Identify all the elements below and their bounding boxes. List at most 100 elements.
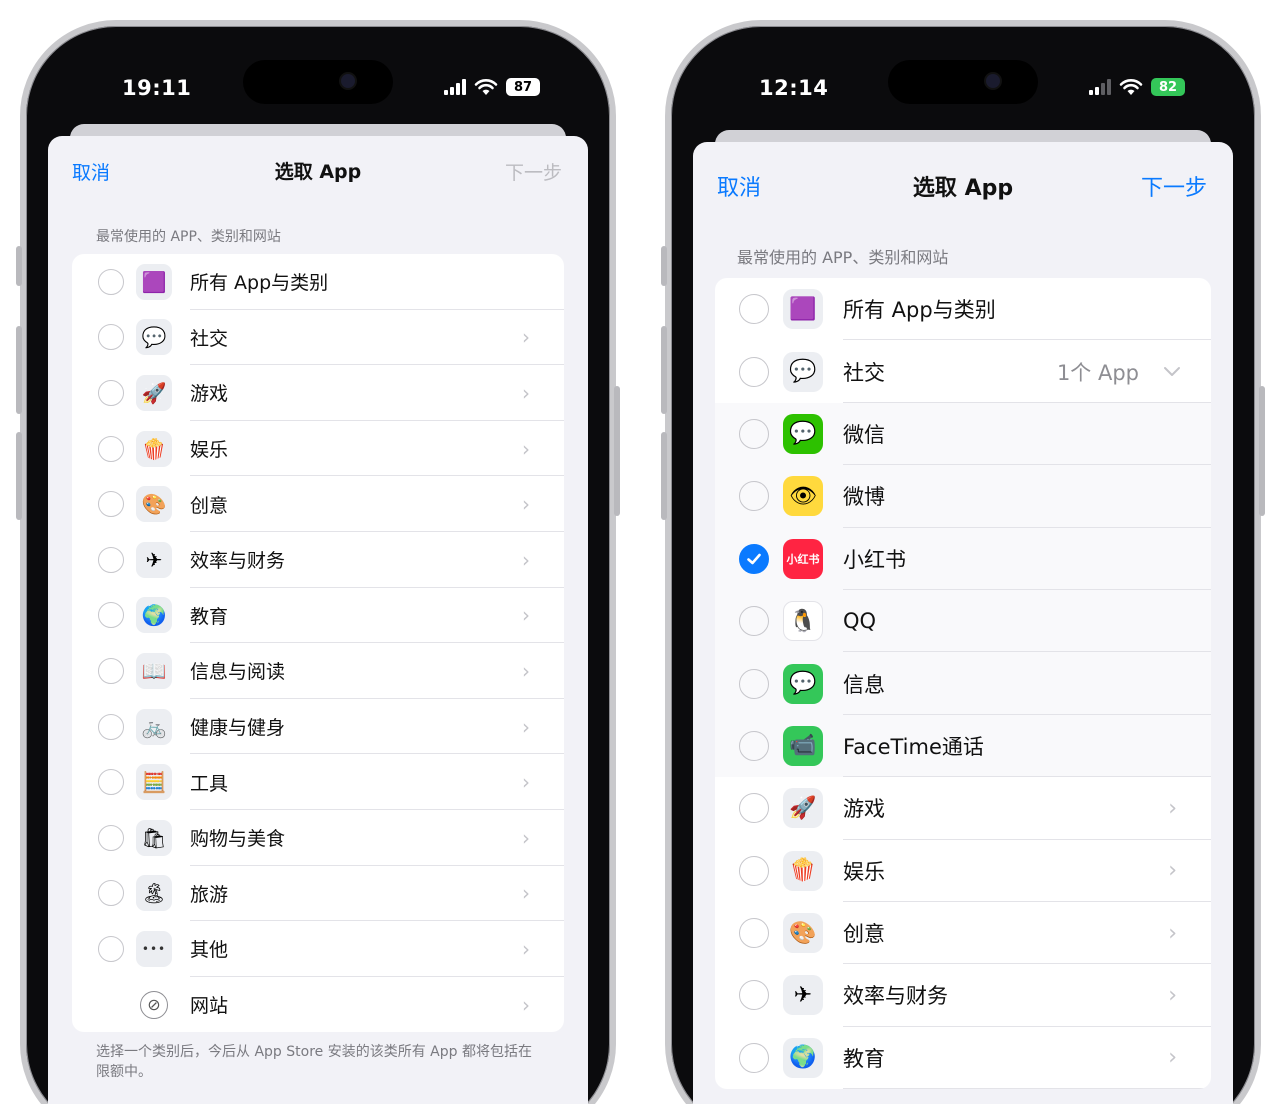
footer-note: 选择一个类别后，今后从 App Store 安装的该类所有 App 都将包括在限… [96,1044,532,1081]
item-label: 社交 [190,327,229,350]
radio-unchecked[interactable] [98,379,124,406]
list-item[interactable]: 🍿 娱乐 › [72,421,564,477]
radio-unchecked[interactable] [739,418,769,449]
radio-unchecked[interactable] [98,880,124,907]
radio-unchecked[interactable] [98,268,124,295]
list-item[interactable]: 💬 社交 1个 App [715,340,1211,403]
palm-tree-icon: 🏝 [136,875,172,912]
radio-unchecked[interactable] [739,980,769,1011]
item-label: 小红书 [843,547,906,572]
list-item[interactable]: 🟪 所有 App与类别 [72,254,564,310]
radio-unchecked[interactable] [98,935,124,962]
category-list: 🟪 所有 App与类别 💬 社交 › 🚀 游戏 › 🍿 娱乐 › 🎨 创意 › ✈ 效率与财务 › 🌍 教育 › 📖 信息… [72,254,564,1033]
calculator-icon: 🧮 [136,764,172,801]
radio-unchecked[interactable] [98,713,124,740]
list-item[interactable]: 🌍 教育 › [715,1027,1211,1090]
item-label: 效率与财务 [190,550,286,573]
item-label: 游戏 [190,383,229,406]
item-label: 其他 [190,939,229,962]
radio-unchecked[interactable] [739,294,769,325]
next-button[interactable]: 下一步 [505,158,562,185]
radio-unchecked[interactable] [739,356,769,387]
chevron-right-icon: › [1168,858,1177,884]
weibo-icon: 👁 [783,476,823,517]
radio-unchecked[interactable] [98,546,124,573]
item-label: 效率与财务 [843,984,948,1009]
bicycle-icon: 🚲 [136,708,172,745]
chevron-right-icon: › [1168,795,1177,821]
radio-unchecked[interactable] [739,793,769,824]
list-item[interactable]: 🐧 QQ [715,589,1211,653]
chevron-right-icon: › [522,658,530,683]
item-label: 所有 App与类别 [190,272,329,295]
list-item[interactable]: 🚀 游戏 › [715,777,1211,840]
chevron-right-icon: › [522,714,530,739]
chevron-right-icon: › [522,547,530,572]
radio-unchecked[interactable] [98,602,124,629]
radio-unchecked[interactable] [98,324,124,351]
app-picker-sheet: 取消 选取 App 下一步 最常使用的 APP、类别和网站 🟪 所有 App与类别… [693,142,1233,1104]
list-item[interactable]: 🧮 工具 › [72,754,564,810]
cellular-signal-icon [1089,79,1111,95]
status-bar: 19:11 87 [26,60,610,106]
list-item[interactable]: 💬 社交 › [72,310,564,366]
list-item[interactable]: 小红书 小红书 [715,527,1211,590]
radio-unchecked[interactable] [98,769,124,796]
chevron-down-icon[interactable] [1163,366,1181,378]
mute-switch [661,246,667,286]
selected-count: 1个 App [1056,360,1139,385]
radio-unchecked[interactable] [739,668,769,699]
list-item[interactable]: 🏝 旅游 › [72,866,564,922]
item-label: 健康与健身 [190,717,286,740]
radio-unchecked[interactable] [739,855,769,886]
social-bubble-icon: 💬 [783,351,823,392]
list-item[interactable]: 🚀 游戏 › [72,365,564,421]
list-item[interactable]: 🎨 创意 › [72,476,564,532]
paper-plane-icon: ✈ [783,975,823,1016]
facetime-icon: 📹 [783,725,823,766]
radio-checked[interactable] [739,543,769,574]
radio-unchecked[interactable] [739,1042,769,1073]
list-item[interactable]: 🎨 创意 › [715,902,1211,965]
radio-unchecked[interactable] [739,730,769,761]
list-item[interactable]: ⊘ 网站 › [72,977,564,1033]
radio-unchecked[interactable] [98,824,124,851]
section-header: 最常使用的 APP、类别和网站 [737,248,949,267]
list-item[interactable]: 🛍 购物与美食 › [72,810,564,866]
list-item[interactable]: 💬 信息 [715,652,1211,715]
power-button [1259,386,1265,516]
item-label: 游戏 [843,797,885,822]
chevron-right-icon: › [522,770,530,795]
list-item[interactable]: 🚲 健康与健身 › [72,699,564,755]
list-item[interactable]: ✈ 效率与财务 › [72,532,564,588]
globe-icon: 🌍 [136,597,172,634]
list-item[interactable]: ••• 其他 › [72,921,564,977]
list-item[interactable]: 🌍 教育 › [72,588,564,644]
list-item[interactable]: 👁 微博 [715,465,1211,528]
chevron-right-icon: › [522,380,530,405]
item-label: FaceTime通话 [843,734,984,759]
chevron-right-icon: › [1168,920,1177,946]
globe-icon: 🌍 [783,1037,823,1078]
item-label: 网站 [190,995,229,1018]
list-item[interactable]: 📖 信息与阅读 › [72,643,564,699]
radio-unchecked[interactable] [739,918,769,949]
popcorn-icon: 🍿 [783,850,823,891]
list-item[interactable]: 💬 微信 [715,402,1211,466]
checkmark-icon [747,553,761,565]
radio-unchecked[interactable] [98,491,124,518]
radio-unchecked[interactable] [739,481,769,512]
item-label: 创意 [190,494,229,517]
battery-charging-icon: 82 [1151,78,1185,96]
item-label: 所有 App与类别 [843,298,996,323]
radio-unchecked[interactable] [98,657,124,684]
list-item[interactable]: 📹 FaceTime通话 [715,714,1211,778]
list-item[interactable]: 🟪 所有 App与类别 [715,278,1211,341]
rocket-icon: 🚀 [136,374,172,411]
list-item[interactable]: ✈ 效率与财务 › [715,964,1211,1027]
radio-unchecked[interactable] [739,606,769,637]
list-item[interactable]: 🍿 娱乐 › [715,840,1211,902]
next-button[interactable]: 下一步 [1141,170,1207,202]
chevron-right-icon: › [522,936,530,961]
radio-unchecked[interactable] [98,435,124,462]
